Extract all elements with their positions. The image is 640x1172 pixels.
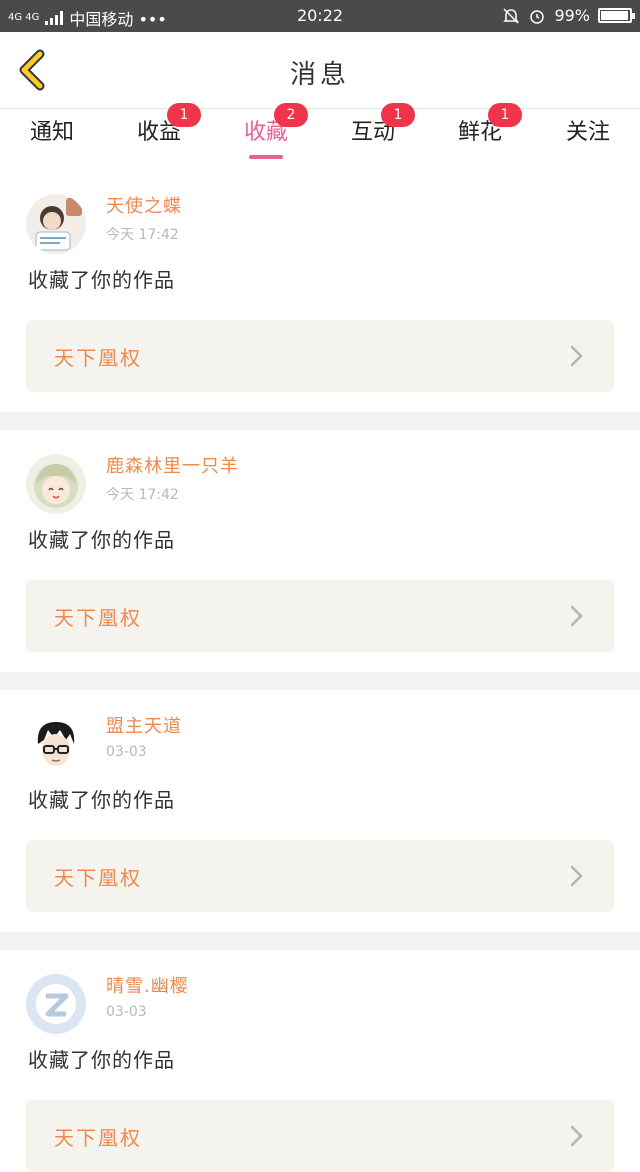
battery-icon [598,8,635,23]
username[interactable]: 晴雪.幽樱 [106,972,189,998]
tab-earnings[interactable]: 收益 1 [109,103,209,161]
tab-label: 关注 [565,120,610,145]
divider [0,412,640,430]
work-link[interactable]: 天下凰权 [26,320,614,392]
avatar[interactable] [26,714,86,774]
work-title: 天下凰权 [54,1126,142,1150]
avatar-image [26,714,86,774]
timestamp: 今天 17:42 [106,227,179,243]
page-title: 消息 [289,60,350,90]
chevron-right-icon [570,605,583,627]
username[interactable]: 天使之蝶 [106,192,182,218]
avatar[interactable] [26,974,86,1034]
timestamp: 今天 17:42 [106,487,179,503]
tab-flowers[interactable]: 鲜花 1 [430,103,530,161]
action-text: 收藏了你的作品 [28,788,175,812]
work-link[interactable]: 天下凰权 [26,840,614,912]
mute-bell-icon [503,7,520,24]
username[interactable]: 鹿森林里一只羊 [106,452,239,478]
list-item: 盟主天道 03-03 收藏了你的作品 天下凰权 [0,690,640,932]
list-item: 晴雪.幽樱 03-03 收藏了你的作品 天下凰权 [0,950,640,1172]
unread-badge: 2 [274,103,308,127]
divider [0,932,640,950]
tab-interaction[interactable]: 互动 1 [323,103,423,161]
chevron-right-icon [570,865,583,887]
chevron-right-icon [570,1125,583,1147]
chevron-right-icon [570,345,583,367]
work-title: 天下凰权 [54,346,142,370]
tab-notice[interactable]: 通知 [2,109,102,161]
divider [0,672,640,690]
avatar-image [26,194,86,254]
username[interactable]: 盟主天道 [106,712,182,738]
unread-badge: 1 [488,103,522,127]
timestamp: 03-03 [106,744,147,760]
unread-badge: 1 [381,103,415,127]
status-bar: 4G 4G 中国移动 ••• 20:22 99% [0,0,640,32]
avatar[interactable] [26,454,86,514]
action-text: 收藏了你的作品 [28,268,175,292]
avatar-image [26,974,86,1034]
work-link[interactable]: 天下凰权 [26,1100,614,1172]
list-item: 天使之蝶 今天 17:42 收藏了你的作品 天下凰权 [0,170,640,412]
work-link[interactable]: 天下凰权 [26,580,614,652]
unread-badge: 1 [167,103,201,127]
timestamp: 03-03 [106,1004,147,1020]
tab-label: 通知 [29,120,74,145]
tab-favorites[interactable]: 收藏 2 [216,103,316,161]
tab-bar: 通知 收益 1 收藏 2 互动 1 鲜花 1 关注 [0,103,640,161]
battery-level [601,11,628,20]
tab-follow[interactable]: 关注 [538,109,638,161]
avatar[interactable] [26,194,86,254]
work-title: 天下凰权 [54,606,142,630]
status-right: 99% [502,6,635,25]
alarm-icon [530,9,545,24]
battery-percent: 99% [554,6,590,25]
list-item: 鹿森林里一只羊 今天 17:42 收藏了你的作品 天下凰权 [0,430,640,672]
work-title: 天下凰权 [54,866,142,890]
action-text: 收藏了你的作品 [28,1048,175,1072]
header: 消息 [0,32,640,109]
avatar-image [26,454,86,514]
action-text: 收藏了你的作品 [28,528,175,552]
